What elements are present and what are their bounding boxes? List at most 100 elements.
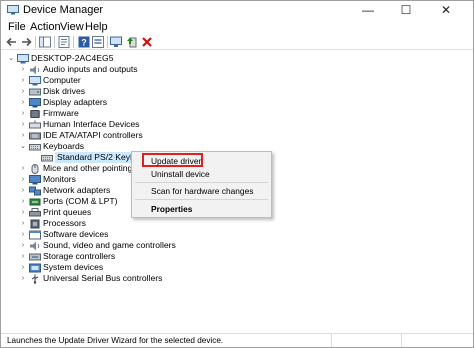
computer-icon — [17, 53, 29, 63]
hid-icon — [29, 120, 41, 128]
port-icon — [29, 198, 41, 205]
tree-item-label: Software devices — [43, 229, 109, 239]
properties-menu-item[interactable]: Properties — [151, 204, 192, 214]
forward-arrow-icon[interactable] — [19, 35, 33, 49]
tree-item-label: Ports (COM & LPT) — [43, 196, 118, 206]
expand-chevron-icon[interactable]: › — [19, 163, 27, 174]
tree-item-label: Human Interface Devices — [43, 119, 140, 129]
expand-chevron-icon[interactable]: › — [19, 218, 27, 229]
status-bar: Launches the Update Driver Wizard for th… — [1, 333, 473, 347]
expand-chevron-icon[interactable]: › — [19, 229, 27, 240]
expand-chevron-icon[interactable]: › — [19, 196, 27, 207]
network-adapter-icon — [29, 186, 41, 195]
expand-chevron-icon[interactable]: › — [19, 185, 27, 196]
toolbar-separator — [73, 36, 74, 48]
tree-item-label: Audio inputs and outputs — [43, 64, 138, 74]
toolbar-separator — [107, 36, 108, 48]
action-list-icon[interactable] — [91, 35, 105, 49]
menu-view[interactable]: View — [60, 21, 84, 33]
close-button[interactable]: ✕ — [431, 1, 461, 20]
keyboard-icon — [29, 143, 41, 150]
tree-item-label: Universal Serial Bus controllers — [43, 273, 163, 283]
tree-item-label: Processors — [43, 218, 86, 228]
tree-item-disk-drives[interactable]: › Disk drives — [19, 86, 219, 97]
help-icon[interactable]: ? — [77, 35, 91, 49]
disk-drive-icon — [29, 88, 41, 95]
context-menu-separator — [135, 182, 268, 183]
window-title: Device Manager — [23, 4, 104, 16]
expand-chevron-icon[interactable]: › — [19, 75, 27, 86]
scan-hardware-icon[interactable] — [109, 35, 123, 49]
software-device-icon — [29, 230, 41, 239]
tree-item-label: Disk drives — [43, 86, 86, 96]
svg-text:?: ? — [81, 38, 87, 48]
display-adapter-icon — [29, 97, 41, 107]
tree-item-label: Keyboards — [43, 141, 85, 151]
expand-chevron-icon[interactable]: › — [19, 262, 27, 273]
uninstall-device-icon[interactable] — [140, 35, 154, 49]
expand-chevron-icon[interactable]: › — [19, 130, 27, 141]
tree-item-hid[interactable]: › Human Interface Devices — [19, 119, 219, 130]
expand-chevron-icon[interactable]: › — [19, 273, 27, 284]
collapse-chevron-icon[interactable]: ⌄ — [7, 53, 15, 64]
tree-item-label: System devices — [43, 262, 104, 272]
ide-controller-icon — [29, 132, 41, 139]
expand-chevron-icon[interactable]: › — [19, 64, 27, 75]
tree-item-storage-controllers[interactable]: › Storage controllers — [19, 251, 219, 262]
expand-chevron-icon[interactable]: › — [19, 251, 27, 262]
mouse-icon — [31, 163, 39, 174]
device-manager-icon — [7, 5, 19, 15]
tree-item-software-devices[interactable]: › Software devices — [19, 229, 219, 240]
uninstall-device-menu-item[interactable]: Uninstall device — [151, 169, 210, 179]
firmware-chip-icon — [30, 109, 40, 118]
tree-item-computer[interactable]: › Computer — [19, 75, 219, 86]
tree-item-audio[interactable]: › Audio inputs and outputs — [19, 64, 219, 75]
speaker-icon — [30, 65, 40, 74]
printer-icon — [29, 207, 41, 216]
monitor-icon — [29, 174, 41, 184]
expand-chevron-icon[interactable]: › — [19, 174, 27, 185]
processor-icon — [30, 219, 40, 228]
toolbar-separator — [35, 36, 36, 48]
menu-action[interactable]: Action — [30, 21, 61, 33]
scan-hardware-menu-item[interactable]: Scan for hardware changes — [151, 186, 253, 196]
usb-icon — [31, 274, 39, 284]
speaker-icon — [30, 241, 40, 250]
maximize-button[interactable]: ☐ — [391, 1, 421, 20]
update-driver-menu-item[interactable]: Update driver — [151, 156, 201, 166]
tree-item-display-adapters[interactable]: › Display adapters — [19, 97, 219, 108]
tree-root-label: DESKTOP-2AC4EG5 — [31, 53, 114, 63]
status-divider — [331, 334, 332, 347]
expand-chevron-icon[interactable]: › — [19, 86, 27, 97]
tree-item-processors[interactable]: › Processors — [19, 218, 219, 229]
properties-icon[interactable] — [57, 35, 71, 49]
expand-chevron-icon[interactable]: › — [19, 207, 27, 218]
tree-item-label: Monitors — [43, 174, 76, 184]
status-divider — [401, 334, 402, 347]
tree-item-label: Firmware — [43, 108, 79, 118]
tree-item-firmware[interactable]: › Firmware — [19, 108, 219, 119]
tree-item-usb-controllers[interactable]: › Universal Serial Bus controllers — [19, 273, 219, 284]
tree-root[interactable]: ⌄ DESKTOP-2AC4EG5 — [7, 53, 207, 64]
device-manager-window: Device Manager — ☐ ✕ File Action View He… — [0, 0, 474, 348]
expand-chevron-icon[interactable]: › — [19, 119, 27, 130]
minimize-button[interactable]: — — [353, 1, 383, 20]
status-text: Launches the Update Driver Wizard for th… — [7, 336, 224, 345]
tree-item-ide-ata[interactable]: › IDE ATA/ATAPI controllers — [19, 130, 219, 141]
menu-help[interactable]: Help — [85, 21, 108, 33]
expand-chevron-icon[interactable]: › — [19, 97, 27, 108]
tree-item-label: IDE ATA/ATAPI controllers — [43, 130, 143, 140]
menu-bar: File Action View Help — [1, 20, 473, 34]
keyboard-icon — [41, 154, 53, 161]
tree-item-system-devices[interactable]: › System devices — [19, 262, 219, 273]
menu-file[interactable]: File — [8, 21, 26, 33]
tree-item-sound-video[interactable]: › Sound, video and game controllers — [19, 240, 239, 251]
back-arrow-icon[interactable] — [5, 35, 19, 49]
expand-chevron-icon[interactable]: › — [19, 108, 27, 119]
tree-item-label: Computer — [43, 75, 81, 85]
context-menu: Update driver Uninstall device Scan for … — [131, 151, 272, 218]
expand-chevron-icon[interactable]: › — [19, 240, 27, 251]
update-driver-icon[interactable] — [125, 35, 139, 49]
show-hide-tree-icon[interactable] — [38, 35, 52, 49]
collapse-chevron-icon[interactable]: ⌄ — [19, 141, 27, 152]
